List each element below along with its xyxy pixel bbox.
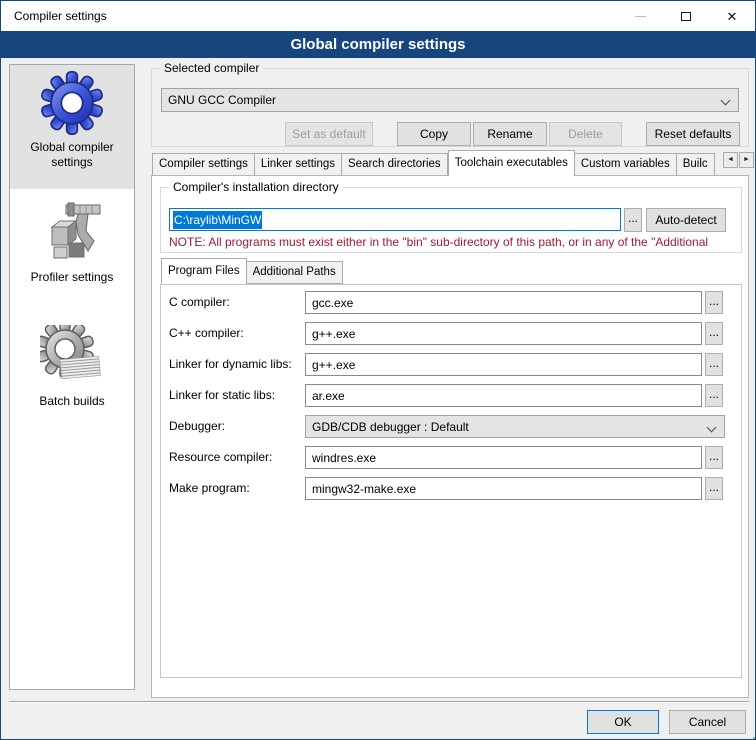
- cpp-compiler-label: C++ compiler:: [169, 322, 303, 345]
- browse-make-program-button[interactable]: ...: [705, 477, 723, 500]
- window-title: Compiler settings: [14, 1, 107, 31]
- form-row: C++ compiler: ...: [161, 322, 741, 345]
- cpp-compiler-input[interactable]: [305, 322, 702, 345]
- tab-custom-variables[interactable]: Custom variables: [575, 153, 677, 176]
- rename-button[interactable]: Rename: [473, 122, 547, 146]
- browse-resource-compiler-button[interactable]: ...: [705, 446, 723, 469]
- sidebar-item-label: Batch builds: [10, 394, 134, 409]
- tab-toolchain-executables[interactable]: Toolchain executables: [448, 150, 575, 176]
- tab-scroll-right-button[interactable]: ►: [739, 152, 754, 168]
- copy-button[interactable]: Copy: [397, 122, 471, 146]
- chevron-down-icon: [721, 96, 731, 106]
- auto-detect-button[interactable]: Auto-detect: [646, 208, 726, 232]
- reset-defaults-button[interactable]: Reset defaults: [646, 122, 740, 146]
- compiler-settings-dialog: Compiler settings ✕ Global compiler sett…: [0, 0, 756, 740]
- make-program-label: Make program:: [169, 477, 303, 500]
- browse-install-dir-button[interactable]: ...: [624, 208, 642, 232]
- close-button[interactable]: ✕: [709, 1, 755, 31]
- browse-c-compiler-button[interactable]: ...: [705, 291, 723, 314]
- compiler-select[interactable]: GNU GCC Compiler: [161, 88, 739, 112]
- minimize-icon: [635, 16, 646, 17]
- note-text: NOTE: All programs must exist either in …: [169, 235, 735, 249]
- subtab-program-files[interactable]: Program Files: [161, 258, 247, 284]
- dynamic-linker-input[interactable]: [305, 353, 702, 376]
- footer-separator: [9, 701, 749, 703]
- tab-scroll-buttons: ◄ ►: [723, 152, 754, 168]
- dynamic-linker-label: Linker for dynamic libs:: [169, 353, 303, 376]
- static-linker-input[interactable]: [305, 384, 702, 407]
- debugger-select-value: GDB/CDB debugger : Default: [312, 420, 469, 434]
- debugger-select[interactable]: GDB/CDB debugger : Default: [305, 415, 725, 438]
- cancel-button[interactable]: Cancel: [669, 710, 746, 734]
- caliper-icon: [10, 201, 134, 268]
- sidebar: Global compiler settings: [9, 64, 135, 690]
- chevron-down-icon: [707, 423, 717, 433]
- sidebar-item-batch-builds[interactable]: Batch builds: [10, 319, 134, 427]
- form-row: Resource compiler: ...: [161, 446, 741, 469]
- titlebar: Compiler settings ✕: [1, 1, 755, 31]
- install-dir-selected-text: C:\raylib\MinGW: [173, 211, 262, 229]
- sidebar-item-label: Global compiler settings: [10, 140, 134, 170]
- delete-button: Delete: [549, 122, 622, 146]
- form-row: Debugger: GDB/CDB debugger : Default: [161, 415, 741, 438]
- tab-build-options[interactable]: Builc: [677, 153, 715, 176]
- toolchain-executables-panel: Compiler's installation directory C:\ray…: [151, 175, 749, 698]
- blue-gear-icon: [10, 71, 134, 138]
- compiler-select-value: GNU GCC Compiler: [168, 93, 276, 107]
- debugger-label: Debugger:: [169, 415, 303, 438]
- tab-linker-settings[interactable]: Linker settings: [255, 153, 342, 176]
- c-compiler-input[interactable]: [305, 291, 702, 314]
- c-compiler-label: C compiler:: [169, 291, 303, 314]
- program-files-panel: C compiler: ... C++ compiler: ... Linker…: [160, 284, 742, 678]
- browse-dynamic-linker-button[interactable]: ...: [705, 353, 723, 376]
- resource-compiler-label: Resource compiler:: [169, 446, 303, 469]
- tab-compiler-settings[interactable]: Compiler settings: [152, 153, 255, 176]
- form-row: Linker for static libs: ...: [161, 384, 741, 407]
- install-dir-group: Compiler's installation directory C:\ray…: [160, 187, 742, 253]
- selected-compiler-group: Selected compiler GNU GCC Compiler Set a…: [151, 68, 749, 147]
- sidebar-item-profiler-settings[interactable]: Profiler settings: [10, 195, 134, 303]
- arrow-right-icon: ►: [743, 156, 750, 163]
- resize-grip[interactable]: [749, 733, 751, 735]
- arrow-left-icon: ◄: [727, 156, 734, 163]
- resource-compiler-input[interactable]: [305, 446, 702, 469]
- browse-static-linker-button[interactable]: ...: [705, 384, 723, 407]
- gray-gear-stack-icon: [10, 325, 134, 392]
- dialog-header: Global compiler settings: [1, 31, 755, 58]
- tab-search-directories[interactable]: Search directories: [342, 153, 448, 176]
- ok-button[interactable]: OK: [587, 710, 659, 734]
- close-icon: ✕: [727, 10, 738, 23]
- static-linker-label: Linker for static libs:: [169, 384, 303, 407]
- tab-scroll-left-button[interactable]: ◄: [723, 152, 738, 168]
- form-row: Linker for dynamic libs: ...: [161, 353, 741, 376]
- form-row: C compiler: ...: [161, 291, 741, 314]
- minimize-button: [617, 1, 663, 31]
- subtab-additional-paths[interactable]: Additional Paths: [247, 261, 343, 284]
- install-dir-input[interactable]: C:\raylib\MinGW: [169, 208, 621, 231]
- selected-compiler-group-label: Selected compiler: [160, 61, 263, 75]
- subtab-bar: Program Files Additional Paths: [161, 259, 343, 284]
- set-as-default-button: Set as default: [285, 122, 373, 146]
- make-program-input[interactable]: [305, 477, 702, 500]
- browse-cpp-compiler-button[interactable]: ...: [705, 322, 723, 345]
- caption-buttons: ✕: [617, 1, 755, 31]
- sidebar-item-label: Profiler settings: [10, 270, 134, 285]
- install-dir-group-label: Compiler's installation directory: [169, 180, 343, 194]
- form-row: Make program: ...: [161, 477, 741, 500]
- maximize-button[interactable]: [663, 1, 709, 31]
- tab-bar: Compiler settings Linker settings Search…: [152, 150, 722, 176]
- sidebar-item-global-compiler-settings[interactable]: Global compiler settings: [10, 65, 134, 189]
- maximize-icon: [681, 12, 691, 21]
